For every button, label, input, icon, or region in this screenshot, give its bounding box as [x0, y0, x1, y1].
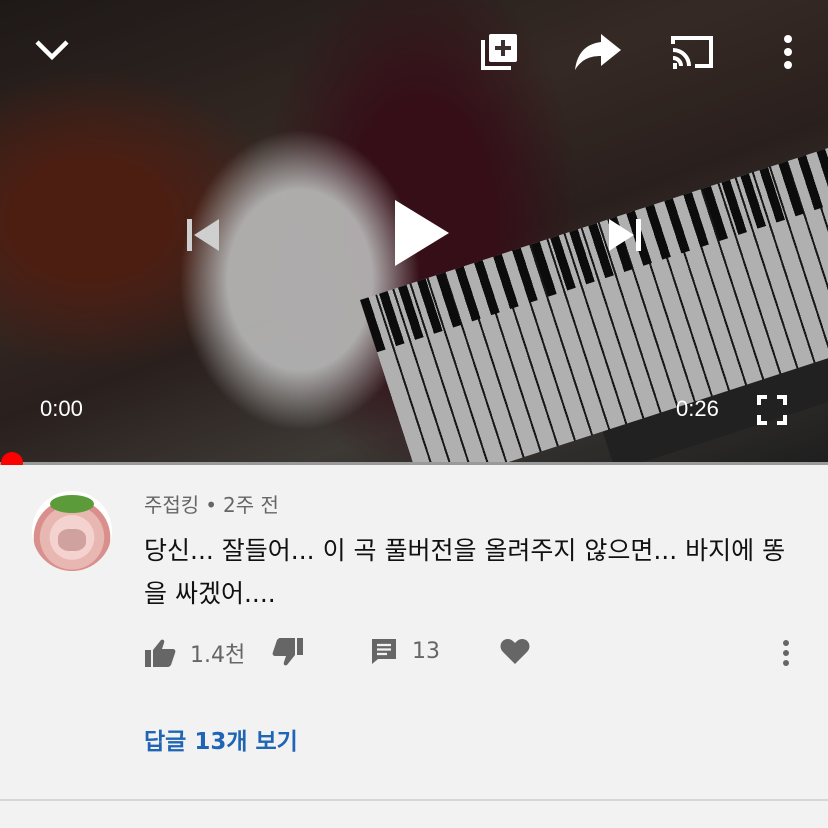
play-icon[interactable] — [385, 194, 455, 272]
share-icon[interactable] — [572, 30, 624, 74]
chevron-down-icon[interactable] — [30, 30, 74, 70]
more-vert-icon[interactable] — [774, 30, 802, 74]
comment-meta: 주접킹 • 2주 전 — [144, 489, 279, 518]
comment-more-icon[interactable] — [781, 639, 791, 671]
heart-icon — [500, 639, 530, 664]
comment-text: 당신... 잘들어... 이 곡 풀버전을 올려주지 않으면... 바지에 똥을… — [144, 536, 786, 608]
avatar[interactable] — [32, 491, 112, 571]
like-button[interactable]: 1.4천 — [144, 637, 245, 669]
current-time: 0:00 — [40, 396, 83, 421]
comment-author[interactable]: 주접킹 — [144, 493, 199, 517]
heart-button[interactable] — [500, 637, 530, 665]
add-to-playlist-icon[interactable] — [477, 28, 523, 74]
duration: 0:26 — [676, 396, 719, 421]
video-player[interactable]: 0:00 0:26 — [0, 0, 828, 463]
thumbs-down-icon — [272, 638, 303, 666]
view-replies-link[interactable]: 답글 13개 보기 — [144, 722, 298, 756]
dislike-button[interactable] — [272, 637, 304, 667]
reply-count: 13 — [412, 638, 440, 664]
skip-previous-icon[interactable] — [178, 210, 228, 260]
comment-time: 2주 전 — [223, 493, 279, 517]
divider — [0, 799, 828, 801]
like-count: 1.4천 — [190, 643, 246, 668]
fullscreen-icon[interactable] — [752, 390, 792, 430]
cast-icon[interactable] — [668, 30, 716, 74]
comment-icon — [372, 639, 396, 664]
meta-separator: • — [205, 493, 217, 517]
thumbs-up-icon — [145, 639, 176, 667]
skip-next-icon[interactable] — [600, 210, 650, 260]
comment-card: 주접킹 • 2주 전 당신... 잘들어... 이 곡 풀버전을 올려주지 않으면.… — [0, 465, 828, 828]
reply-button[interactable]: 13 — [370, 637, 440, 665]
